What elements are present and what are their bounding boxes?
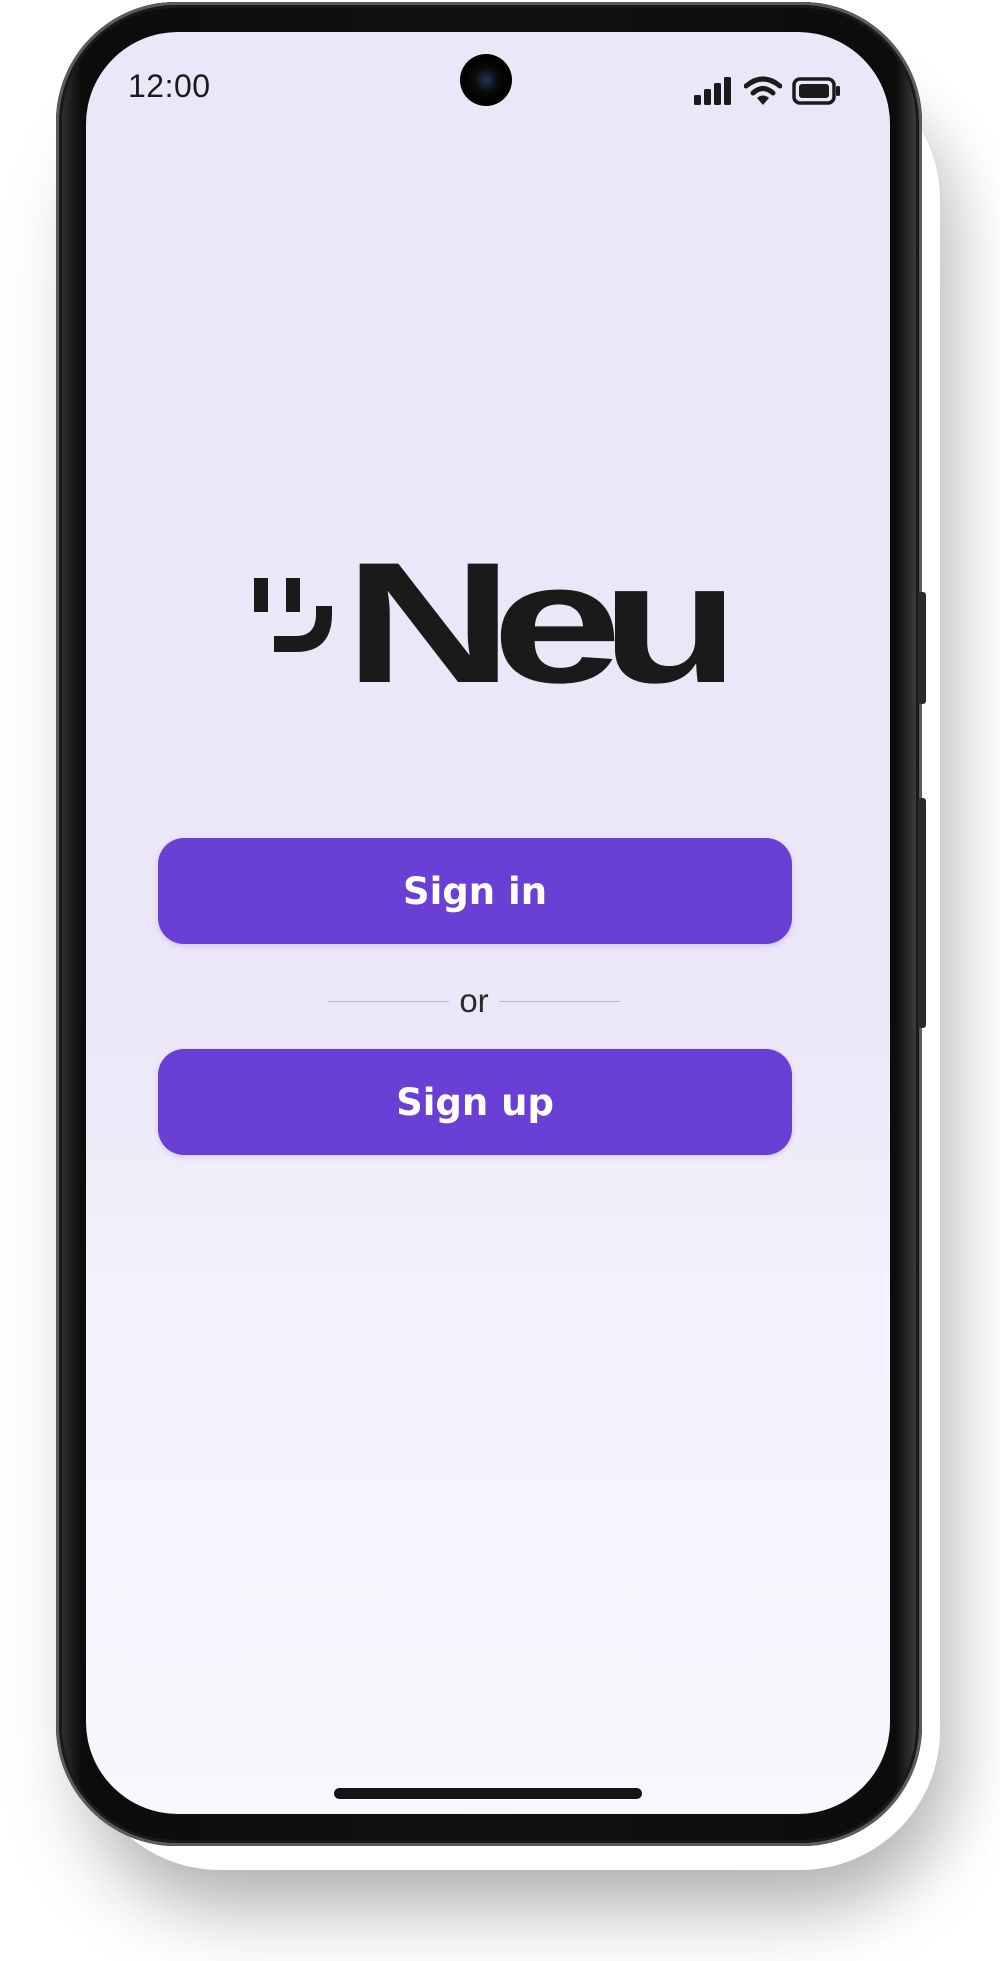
phone-screen: 12:00 Neu Sign in or Sign up (86, 32, 890, 1814)
smile-icon (254, 578, 332, 652)
status-time: 12:00 (128, 68, 211, 104)
volume-button (918, 798, 926, 1028)
or-divider: or (328, 976, 620, 1026)
battery-icon (792, 77, 842, 109)
brand-logo: Neu (252, 527, 745, 719)
divider-line-left (328, 1000, 450, 1002)
status-bar: 12:00 (86, 32, 890, 152)
front-camera (460, 54, 512, 106)
wifi-icon (743, 76, 783, 110)
divider-label: or (459, 982, 489, 1019)
divider-line-right (498, 1000, 620, 1002)
sign-up-button[interactable]: Sign up (158, 1049, 792, 1155)
power-button (918, 592, 926, 704)
brand-name: Neu (344, 538, 724, 688)
home-indicator[interactable] (334, 1788, 642, 1799)
signal-icon (694, 77, 734, 109)
sign-in-button[interactable]: Sign in (158, 838, 792, 944)
status-icons (694, 76, 842, 110)
device-mockup: 12:00 Neu Sign in or Sign up (0, 0, 1000, 1961)
